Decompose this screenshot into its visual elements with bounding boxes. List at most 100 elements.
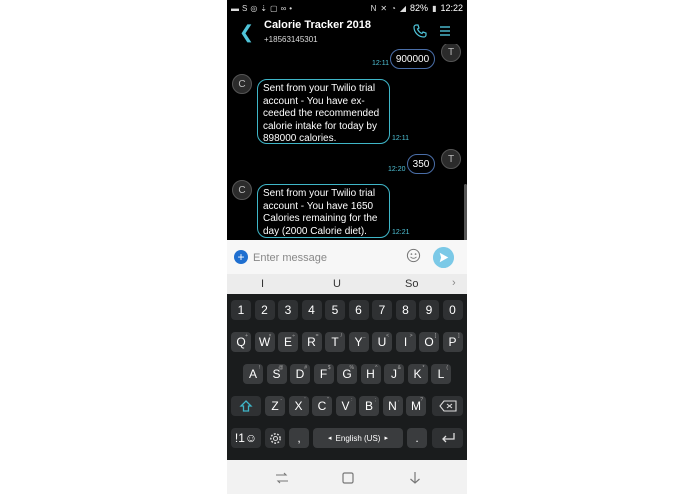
avatar[interactable]: C	[232, 180, 252, 200]
back-arrow-icon[interactable]: ❮	[239, 22, 254, 43]
key-alt-symbol: <	[386, 333, 389, 339]
key-z[interactable]: Z-	[265, 396, 285, 416]
outgoing-message[interactable]: 350	[407, 154, 435, 174]
home-icon[interactable]	[341, 471, 355, 485]
message-line: day (2000 Calorie diet).	[263, 225, 367, 237]
key-w[interactable]: W ×	[254, 332, 275, 352]
key-9[interactable]: 9	[419, 300, 439, 320]
key-label: ,	[297, 431, 301, 445]
key-l[interactable]: L(	[431, 364, 451, 384]
key-5[interactable]: 5	[325, 300, 345, 320]
phone-call-icon[interactable]	[413, 24, 427, 38]
key-k[interactable]: K *	[407, 364, 428, 384]
key-alt-symbol: -	[280, 397, 282, 403]
key-d[interactable]: D #	[290, 364, 310, 384]
message-list[interactable]: T 900000 12:11 C Sent from your Twilio t…	[227, 44, 467, 240]
key-u[interactable]: U <	[372, 332, 392, 352]
avatar[interactable]: T	[441, 149, 461, 169]
key-y[interactable]: Y _	[348, 332, 369, 352]
message-input[interactable]	[253, 249, 393, 266]
send-button[interactable]	[433, 247, 454, 268]
settings-key[interactable]	[265, 428, 285, 448]
message-text: 900000	[395, 53, 430, 65]
avatar[interactable]: T	[441, 44, 461, 62]
key-label: O	[424, 335, 434, 349]
key-alt-symbol: ;	[374, 397, 376, 403]
attach-plus-icon[interactable]: +	[234, 250, 248, 264]
key-f[interactable]: F $	[313, 364, 334, 384]
chevron-right-icon[interactable]: ›	[452, 277, 456, 289]
key-alt-symbol: '	[304, 397, 306, 403]
key-8[interactable]: 8	[395, 300, 416, 320]
key-j[interactable]: J &	[384, 364, 404, 384]
suggestion-item[interactable]: So	[405, 278, 418, 290]
key-i[interactable]: I >	[395, 332, 416, 352]
key-h[interactable]: H ^	[360, 364, 381, 384]
status-bar: ▬ S ◎ ⇣ ▢ ∞ • N ✕ ◔ ◢ 82% ▮ 12:22	[227, 0, 467, 16]
key-a[interactable]: A!	[243, 364, 263, 384]
space-language-label: English (US)	[335, 433, 381, 443]
key-m[interactable]: M?	[406, 396, 426, 416]
key-n[interactable]: N,	[382, 396, 403, 416]
chevron-left-icon: ◂	[328, 435, 332, 442]
message-line: 898000 calories.	[263, 133, 337, 144]
key-alt-symbol: @	[278, 365, 284, 371]
enter-key[interactable]	[432, 428, 463, 448]
key-label: C	[317, 399, 327, 413]
battery-percent: 82%	[410, 3, 429, 13]
key-label: 5	[331, 303, 339, 317]
key-s[interactable]: S @	[266, 364, 287, 384]
key-g[interactable]: G%	[337, 364, 357, 384]
key-1[interactable]: 1	[231, 300, 251, 320]
key-c[interactable]: C "	[312, 396, 332, 416]
key-p[interactable]: P]	[442, 332, 463, 352]
outgoing-message[interactable]: 900000	[390, 49, 435, 69]
message-line: calorie intake for today by	[263, 120, 377, 132]
space-bar[interactable]: ◂ English (US) ▸	[313, 428, 403, 448]
key-7[interactable]: 7	[372, 300, 392, 320]
key-alt-symbol: [	[434, 333, 436, 339]
key-alt-symbol: +	[245, 333, 248, 339]
gear-icon	[269, 432, 281, 444]
menu-icon[interactable]	[439, 25, 451, 37]
key-3[interactable]: 3	[278, 300, 298, 320]
symbols-key[interactable]: !1☺	[231, 428, 261, 448]
key-alt-symbol: ×	[268, 333, 272, 339]
key-o[interactable]: O[	[419, 332, 439, 352]
key-alt-symbol: &	[397, 365, 401, 371]
recent-apps-icon[interactable]	[275, 472, 289, 484]
shift-key[interactable]	[231, 396, 261, 416]
message-line: Sent from your Twilio trial	[263, 188, 376, 199]
composer-bar: +	[227, 240, 467, 274]
backspace-key[interactable]	[432, 396, 463, 416]
suggestion-item[interactable]: I	[261, 278, 264, 290]
key-label: P	[448, 335, 457, 349]
key-t[interactable]: T /	[325, 332, 345, 352]
incoming-message[interactable]: Sent from your Twilio trial account - Yo…	[257, 79, 390, 144]
incoming-message[interactable]: Sent from your Twilio trial account - Yo…	[257, 184, 390, 238]
key-label: 6	[355, 303, 362, 317]
key-b[interactable]: B;	[359, 396, 379, 416]
comma-key[interactable]: ,	[289, 428, 309, 448]
key-0[interactable]: 0	[442, 300, 463, 320]
message-time: 12:11	[372, 60, 389, 67]
key-label: 0	[449, 303, 456, 317]
period-key[interactable]: .	[407, 428, 427, 448]
hide-keyboard-icon[interactable]	[408, 471, 422, 485]
key-x[interactable]: X '	[288, 396, 309, 416]
mute-icon: ✕	[380, 3, 388, 13]
conversation-title: Calorie Tracker 2018	[264, 19, 372, 31]
key-6[interactable]: 6	[348, 300, 369, 320]
avatar[interactable]: C	[232, 74, 252, 94]
key-v[interactable]: V:	[335, 396, 356, 416]
scrollbar[interactable]	[464, 184, 467, 240]
key-label: X	[294, 399, 303, 413]
key-e[interactable]: E ÷	[278, 332, 298, 352]
key-2[interactable]: 2	[254, 300, 275, 320]
clock: 12:22	[440, 3, 463, 13]
key-4[interactable]: 4	[301, 300, 322, 320]
emoji-icon[interactable]	[406, 248, 421, 263]
suggestion-item[interactable]: U	[333, 278, 341, 290]
key-r[interactable]: R =	[301, 332, 322, 352]
key-q[interactable]: Q +	[231, 332, 251, 352]
